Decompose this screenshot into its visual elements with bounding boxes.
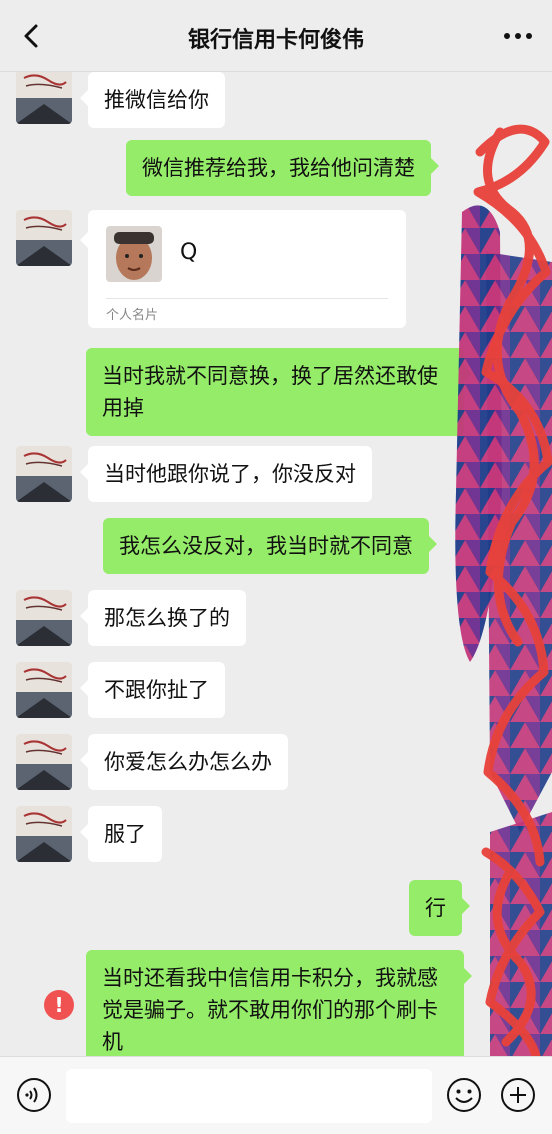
contact-card-name: Q: [180, 240, 198, 265]
message-bubble[interactable]: 我怎么没反对，我当时就不同意: [103, 518, 437, 574]
contact-avatar[interactable]: [16, 72, 72, 124]
contact-avatar[interactable]: [16, 734, 72, 790]
message-list[interactable]: 推微信给你 微信推荐给我，我给他问清楚 Q 个人名片 当时我就不同意换，换了居然…: [0, 72, 552, 1056]
contact-avatar[interactable]: [16, 590, 72, 646]
divider: [106, 298, 388, 299]
contact-card-photo: [106, 226, 162, 282]
message-bubble[interactable]: 服了: [80, 806, 162, 862]
contact-card-label: 个人名片: [106, 308, 159, 323]
more-dots-icon[interactable]: [502, 26, 534, 46]
message-bubble[interactable]: 推微信给你: [80, 72, 225, 128]
contact-card[interactable]: Q 个人名片: [80, 210, 406, 328]
message-bubble[interactable]: 当时还看我中信信用卡积分，我就感觉是骗子。就不敢用你们的那个刷卡机: [86, 950, 472, 1056]
chat-header: 银行信用卡何俊伟: [0, 0, 552, 72]
voice-icon[interactable]: [16, 1077, 52, 1113]
contact-avatar[interactable]: [16, 446, 72, 502]
chat-title: 银行信用卡何俊伟: [187, 28, 364, 53]
emoji-icon[interactable]: [446, 1077, 482, 1113]
contact-avatar[interactable]: [16, 662, 72, 718]
message-bubble[interactable]: 不跟你扯了: [80, 662, 225, 718]
message-bubble[interactable]: 当时他跟你说了，你没反对: [80, 446, 372, 502]
plus-icon[interactable]: [500, 1077, 536, 1113]
message-bubble[interactable]: 当时我就不同意换，换了居然还敢使用掉: [86, 348, 472, 436]
message-bubble[interactable]: 你爱怎么办怎么办: [80, 734, 288, 790]
message-bubble[interactable]: 行: [409, 880, 470, 936]
contact-avatar[interactable]: [16, 806, 72, 862]
contact-avatar[interactable]: [16, 210, 72, 266]
input-bar: [0, 1056, 552, 1134]
message-input[interactable]: [66, 1069, 432, 1123]
send-failed-icon[interactable]: !: [44, 990, 74, 1020]
message-bubble[interactable]: 微信推荐给我，我给他问清楚: [126, 140, 439, 196]
message-bubble[interactable]: 那怎么换了的: [80, 590, 246, 646]
